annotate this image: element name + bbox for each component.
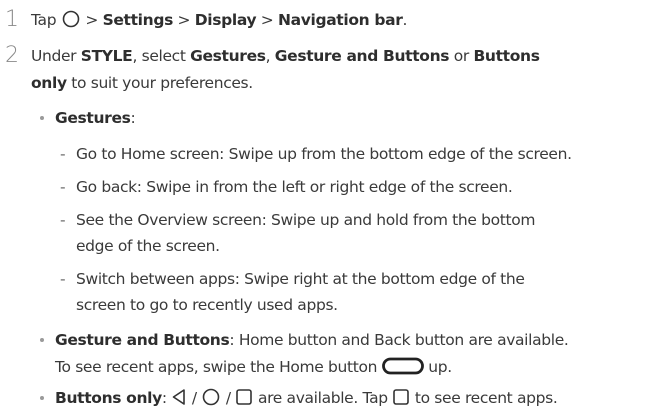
bullet-point — [40, 116, 44, 120]
step-1-text: Tap > Settings > Display > Navigation ba… — [31, 10, 408, 29]
gestures-heading: Gestures: — [55, 109, 136, 127]
back-triangle-icon — [173, 389, 186, 405]
gesture-item-back: Go back: Swipe in from the left or right… — [76, 178, 513, 196]
home-circle-icon — [203, 388, 220, 406]
gesture-item-switch-line2: screen to go to recently used apps. — [76, 296, 338, 314]
home-circle-icon — [62, 10, 80, 28]
buttons-only-line: Buttons only: / / are available. Tap to … — [55, 388, 558, 407]
dash-marker: - — [60, 178, 66, 196]
gesture-item-overview-line2: edge of the screen. — [76, 237, 220, 255]
gesture-buttons-line2: To see recent apps, swipe the Home butto… — [55, 357, 452, 376]
dash-marker: - — [60, 211, 66, 229]
gesture-buttons-line1: Gesture and Buttons: Home button and Bac… — [55, 331, 569, 349]
dash-marker: - — [60, 145, 66, 163]
instruction-document: 1 Tap > Settings > Display > Navigation … — [0, 0, 648, 417]
dash-marker: - — [60, 270, 66, 288]
gesture-item-home: Go to Home screen: Swipe up from the bot… — [76, 145, 572, 163]
step-2-text-line1: Under STYLE, select Gestures, Gesture an… — [31, 47, 540, 65]
step-number: 2 — [5, 43, 19, 68]
step-2-text-line2: only to suit your preferences. — [31, 74, 253, 92]
gesture-item-switch-line1: Switch between apps: Swipe right at the … — [76, 270, 525, 288]
recent-square-icon — [393, 389, 410, 405]
home-pill-icon — [381, 357, 424, 375]
step-number: 1 — [5, 7, 19, 32]
gesture-item-overview-line1: See the Overview screen: Swipe up and ho… — [76, 211, 536, 229]
bullet-point — [40, 338, 44, 342]
bullet-point — [40, 396, 44, 400]
recent-square-icon — [236, 389, 253, 405]
